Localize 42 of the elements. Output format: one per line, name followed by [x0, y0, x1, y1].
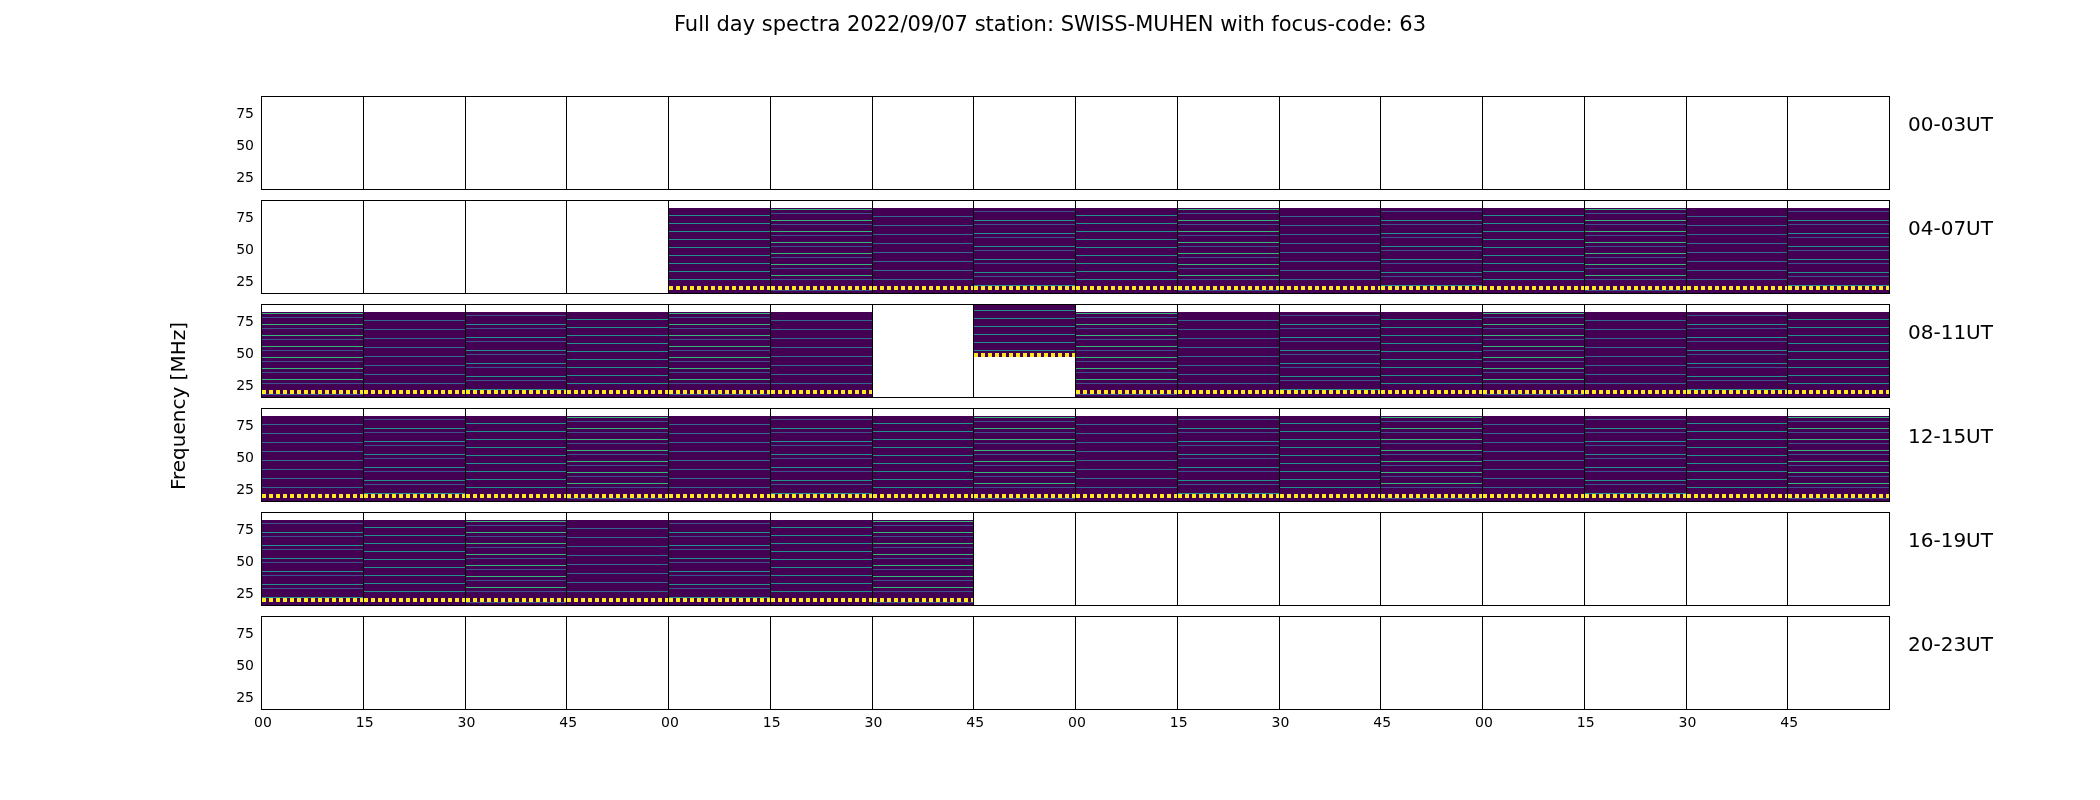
x-tick-label: 30 [457, 714, 477, 730]
y-tick-label: 75 [236, 312, 254, 329]
y-tick-label: 25 [236, 688, 254, 705]
y-tick-label: 50 [236, 344, 254, 361]
y-tick-label: 50 [236, 448, 254, 465]
row-label: 08-11UT [1907, 319, 1994, 346]
x-tick-label: 15 [1169, 714, 1189, 730]
y-tick-label: 50 [236, 656, 254, 673]
y-tick-label: 50 [236, 240, 254, 257]
y-tick-label: 25 [236, 584, 254, 601]
y-tick-label: 25 [236, 272, 254, 289]
row-label: 12-15UT [1907, 423, 1994, 450]
x-tick-label: 45 [966, 714, 986, 730]
x-tick-label: 30 [1271, 714, 1291, 730]
y-tick-label: 50 [236, 136, 254, 153]
x-tick-label: 15 [1576, 714, 1596, 730]
y-tick-label: 25 [236, 376, 254, 393]
x-tick-label: 00 [1475, 714, 1494, 730]
y-tick-label: 75 [236, 104, 254, 121]
row-label: 04-07UT [1907, 215, 1994, 242]
x-tick-label: 00 [254, 714, 273, 730]
x-tick-label: 45 [559, 714, 579, 730]
y-tick-label: 25 [236, 168, 254, 185]
y-tick-label: 50 [236, 552, 254, 569]
x-tick-label: 30 [1678, 714, 1698, 730]
x-tick-label: 00 [1068, 714, 1087, 730]
y-axis-label: Frequency [MHz] [166, 321, 190, 491]
x-tick-label: 00 [661, 714, 680, 730]
x-tick-label: 30 [864, 714, 884, 730]
row-label: 20-23UT [1907, 631, 1994, 658]
x-tick-label: 15 [355, 714, 375, 730]
y-tick-label: 75 [236, 416, 254, 433]
row-label: 16-19UT [1907, 527, 1994, 554]
y-tick-label: 75 [236, 208, 254, 225]
row-label: 00-03UT [1907, 111, 1994, 138]
figure-title: Full day spectra 2022/09/07 station: SWISS-MUHEN with focus-code: 63 [672, 11, 1428, 38]
y-tick-label: 75 [236, 520, 254, 537]
y-tick-label: 75 [236, 624, 254, 641]
x-tick-label: 15 [762, 714, 782, 730]
y-tick-label: 25 [236, 480, 254, 497]
x-tick-label: 45 [1373, 714, 1393, 730]
x-tick-label: 45 [1780, 714, 1800, 730]
